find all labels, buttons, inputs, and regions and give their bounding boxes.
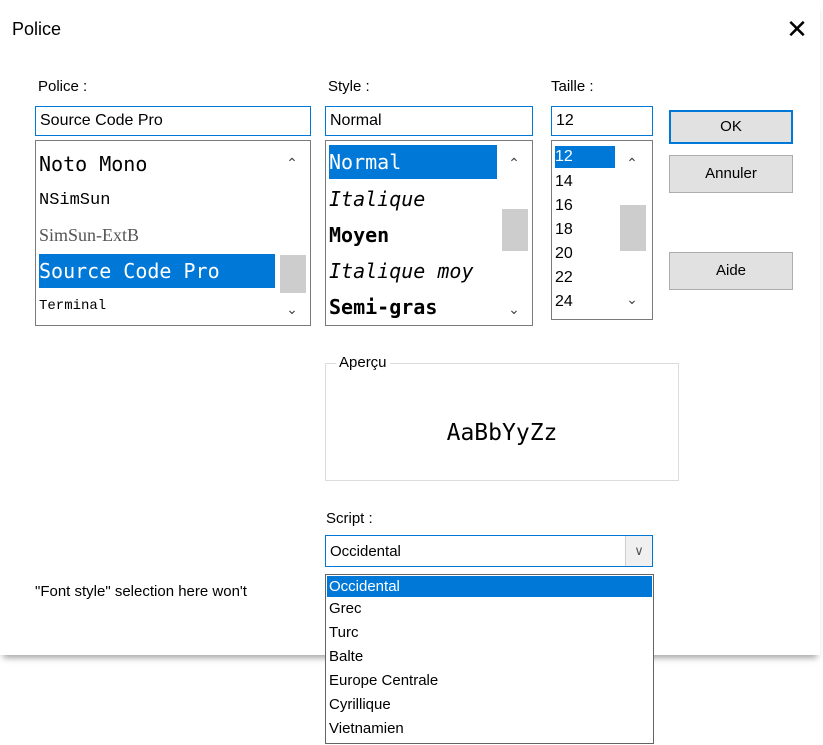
script-option[interactable]: Grec [327,598,652,619]
script-select-value: Occidental [330,543,401,560]
style-list-item[interactable]: Moyen [329,219,497,251]
style-list[interactable]: Normal Italique Moyen Italique moу Semi-… [325,140,533,326]
scroll-up-icon[interactable]: ⌃ [622,155,642,171]
size-list[interactable]: 12 14 16 18 20 22 24 ⌃ ⌄ [551,140,653,320]
font-list-item[interactable]: SimSun-ExtB [39,221,275,249]
preview-sample: AaBbYyZz [446,420,558,446]
dialog-title: Police [12,19,62,39]
ok-button[interactable]: OK [669,110,793,144]
cancel-button[interactable]: Annuler [669,155,793,193]
script-option-selected[interactable]: Occidental [327,576,652,597]
close-icon[interactable]: ✕ [782,14,812,44]
style-label: Style : [328,78,370,95]
font-list-item[interactable]: NSimSun [39,187,275,215]
font-list-item-selected[interactable]: Source Code Pro [39,254,275,288]
size-list-item[interactable]: 22 [555,267,615,289]
script-dropdown-list[interactable]: Occidental Grec Turc Balte Europe Centra… [325,574,654,744]
style-list-item[interactable]: Italique [329,183,497,215]
scrollbar-thumb[interactable] [280,255,306,293]
font-name-input[interactable]: Source Code Pro [35,106,311,136]
script-option[interactable]: Balte [327,646,652,667]
size-input[interactable]: 12 [551,106,653,136]
size-list-item[interactable]: 20 [555,243,615,265]
style-list-item-selected[interactable]: Normal [329,145,497,179]
size-label: Taille : [551,78,594,95]
size-list-item[interactable]: 16 [555,195,615,217]
font-style-note: "Font style" selection here won't [35,583,247,600]
font-label: Police : [38,78,88,95]
size-list-item-selected[interactable]: 12 [555,146,615,168]
script-option[interactable]: Turc [327,622,652,643]
chevron-down-icon[interactable]: ∨ [625,536,652,566]
font-list-item[interactable]: Terminal [39,293,275,319]
scroll-down-icon[interactable]: ⌄ [622,291,642,307]
font-list[interactable]: Noto Mono NSimSun SimSun-ExtB Source Cod… [35,140,311,326]
size-list-item[interactable]: 18 [555,219,615,241]
script-label: Script : [326,510,373,527]
scroll-down-icon[interactable]: ⌄ [504,301,524,317]
size-list-item[interactable]: 24 [555,291,615,313]
script-option[interactable]: Europe Centrale [327,670,652,691]
style-list-item[interactable]: Semi-gras [329,291,497,323]
script-option[interactable]: Cyrillique [327,694,652,715]
font-dialog: Police ✕ Police : Source Code Pro Noto M… [0,0,820,655]
style-input[interactable]: Normal [325,106,533,136]
scroll-down-icon[interactable]: ⌄ [282,301,302,317]
scroll-up-icon[interactable]: ⌃ [282,155,302,171]
help-button[interactable]: Aide [669,252,793,290]
scrollbar-thumb[interactable] [620,205,646,251]
scrollbar-thumb[interactable] [502,209,528,251]
scroll-up-icon[interactable]: ⌃ [504,155,524,171]
script-option[interactable]: Vietnamien [327,718,652,739]
size-list-item[interactable]: 14 [555,171,615,193]
font-list-item[interactable]: Noto Mono [39,149,275,179]
preview-label: Aperçu [336,354,390,371]
script-select[interactable]: Occidental ∨ [325,535,653,567]
style-list-item[interactable]: Italique moу [329,255,497,287]
